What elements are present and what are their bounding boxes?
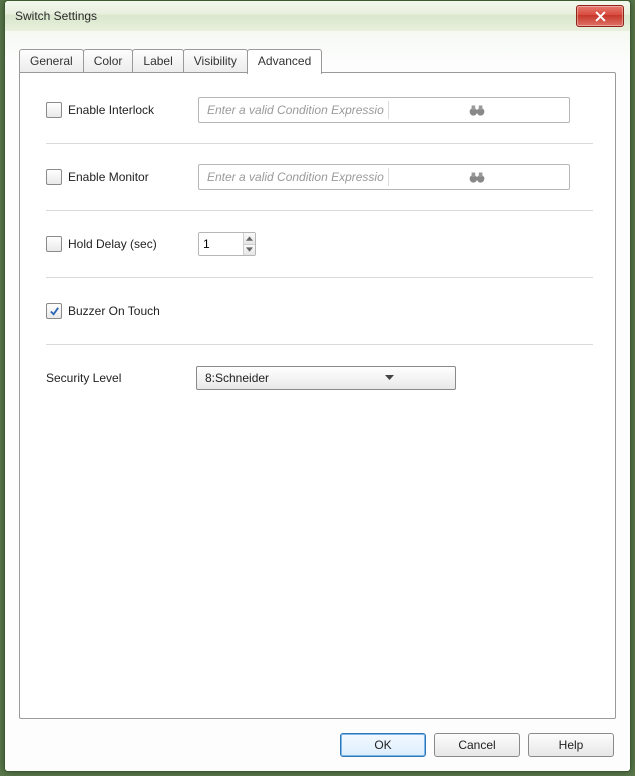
- cancel-button[interactable]: Cancel: [434, 733, 520, 757]
- spinner-hold-delay[interactable]: [198, 232, 256, 256]
- close-icon: [595, 11, 606, 22]
- label-security-level: Security Level: [46, 371, 196, 385]
- tab-label[interactable]: Label: [132, 49, 183, 74]
- placeholder-monitor: Enter a valid Condition Expression. Its …: [207, 170, 384, 184]
- tab-strip: General Color Label Visibility Advanced: [19, 49, 321, 74]
- label-hold-delay: Hold Delay (sec): [68, 237, 198, 251]
- chevron-down-icon: [246, 247, 253, 252]
- select-security-level[interactable]: 8:Schneider: [196, 366, 456, 390]
- client-area: General Color Label Visibility Advanced …: [5, 31, 630, 771]
- binoculars-icon[interactable]: [388, 168, 566, 186]
- label-enable-interlock: Enable Interlock: [68, 103, 198, 117]
- input-monitor-expression[interactable]: Enter a valid Condition Expression. Its …: [198, 164, 570, 190]
- window-title: Switch Settings: [15, 9, 576, 23]
- tabpanel-advanced: Enable Interlock Enter a valid Condition…: [19, 72, 616, 719]
- input-interlock-expression[interactable]: Enter a valid Condition Expression. Its …: [198, 97, 570, 123]
- row-hold-delay: Hold Delay (sec): [46, 229, 593, 259]
- select-security-value: 8:Schneider: [205, 371, 328, 385]
- placeholder-interlock: Enter a valid Condition Expression. Its …: [207, 103, 384, 117]
- tab-advanced[interactable]: Advanced: [247, 49, 322, 74]
- separator: [46, 277, 593, 278]
- tab-color[interactable]: Color: [83, 49, 134, 74]
- tab-general[interactable]: General: [19, 49, 84, 74]
- separator: [46, 143, 593, 144]
- input-hold-delay-value[interactable]: [199, 233, 243, 255]
- checkbox-enable-interlock[interactable]: [46, 102, 62, 118]
- label-enable-monitor: Enable Monitor: [68, 170, 198, 184]
- separator: [46, 210, 593, 211]
- spinner-up[interactable]: [244, 233, 255, 245]
- dialog-window: Switch Settings General Color Label Visi…: [4, 0, 631, 772]
- label-buzzer: Buzzer On Touch: [68, 304, 198, 318]
- checkbox-enable-monitor[interactable]: [46, 169, 62, 185]
- dialog-buttons: OK Cancel Help: [340, 733, 614, 757]
- checkbox-buzzer[interactable]: [46, 303, 62, 319]
- ok-button[interactable]: OK: [340, 733, 426, 757]
- help-button[interactable]: Help: [528, 733, 614, 757]
- row-buzzer: Buzzer On Touch: [46, 296, 593, 326]
- close-button[interactable]: [576, 5, 624, 27]
- chevron-up-icon: [246, 236, 253, 241]
- row-enable-monitor: Enable Monitor Enter a valid Condition E…: [46, 162, 593, 192]
- tab-visibility[interactable]: Visibility: [183, 49, 248, 74]
- row-security-level: Security Level 8:Schneider: [46, 363, 593, 393]
- spinner-down[interactable]: [244, 245, 255, 256]
- checkbox-hold-delay[interactable]: [46, 236, 62, 252]
- row-enable-interlock: Enable Interlock Enter a valid Condition…: [46, 95, 593, 125]
- titlebar[interactable]: Switch Settings: [5, 1, 630, 32]
- chevron-down-icon: [328, 370, 451, 386]
- separator: [46, 344, 593, 345]
- binoculars-icon[interactable]: [388, 101, 566, 119]
